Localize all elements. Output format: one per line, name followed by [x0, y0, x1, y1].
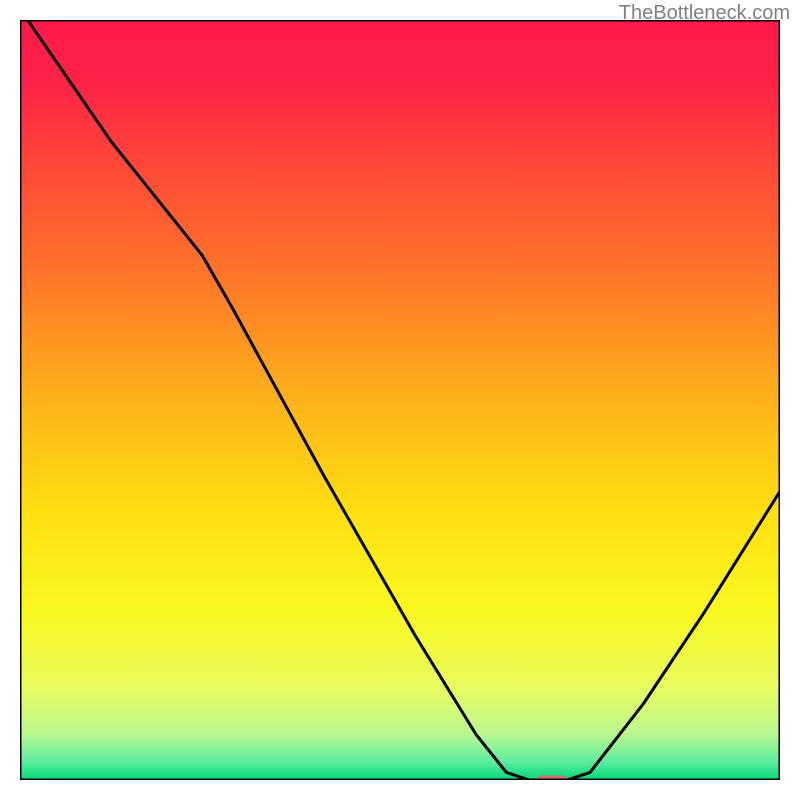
watermark-text: TheBottleneck.com [619, 2, 790, 25]
bottleneck-chart [20, 20, 780, 780]
chart-svg [20, 20, 780, 780]
chart-background [20, 20, 780, 780]
